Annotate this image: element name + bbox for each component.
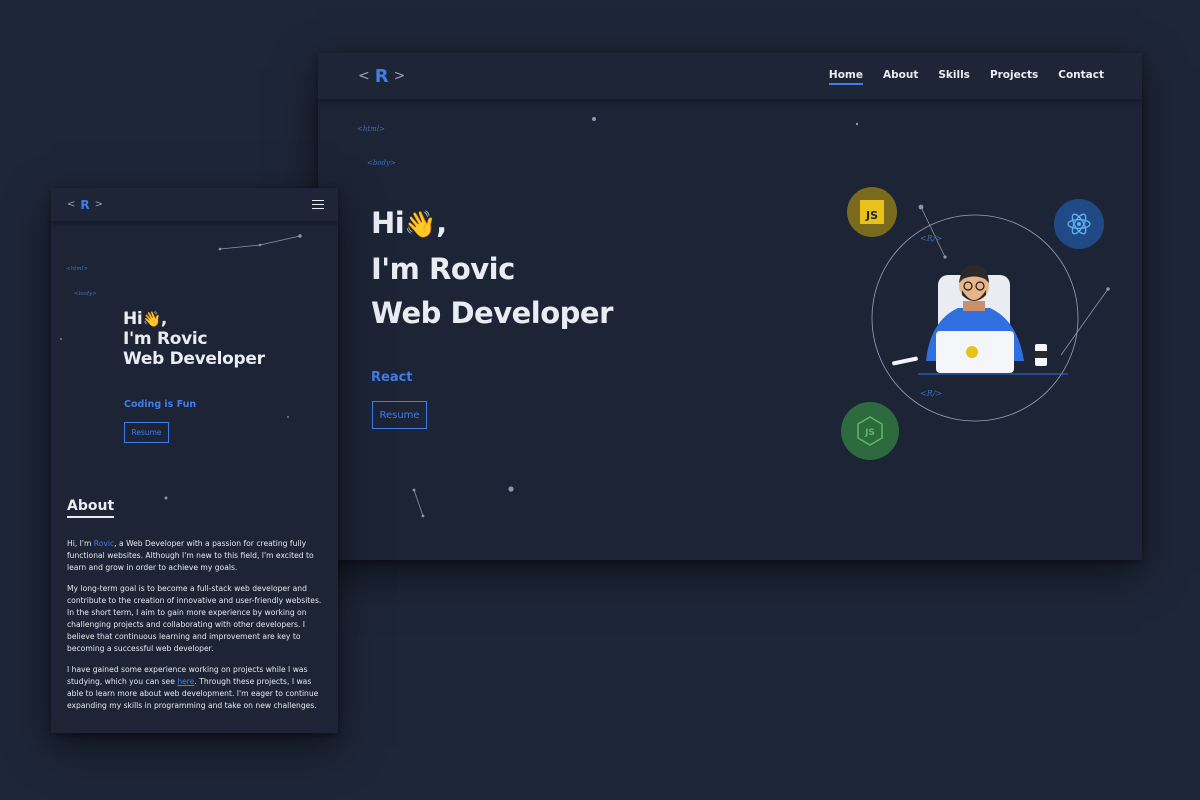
- logo[interactable]: < R >: [67, 198, 103, 212]
- svg-text:JS: JS: [864, 428, 875, 438]
- html-tag-decoration: <html>: [357, 125, 385, 133]
- hero-role: Web Developer: [123, 349, 265, 369]
- about-name-highlight: Rovic: [93, 539, 115, 548]
- desktop-mockup: < R > Home About Skills Projects Contact…: [318, 53, 1142, 560]
- logo-left-bracket: <: [358, 68, 370, 84]
- hero-heading: Hi👋, I'm Rovic Web Developer: [123, 309, 265, 369]
- logo-letter: R: [80, 197, 90, 212]
- about-heading: About: [67, 498, 115, 518]
- logo-letter: R: [374, 65, 389, 87]
- mobile-mockup: < R > <html> <body> Hi👋, I'm Rovic Web D…: [51, 188, 338, 733]
- hero-comma: ,: [160, 309, 168, 329]
- typed-text: Coding is Fun: [124, 399, 197, 410]
- nav-link-contact[interactable]: Contact: [1058, 69, 1104, 84]
- hero-greeting: Hi: [123, 309, 143, 329]
- mobile-navbar: < R >: [51, 188, 338, 221]
- hero-greeting: Hi: [371, 206, 405, 240]
- hero-role: Web Developer: [371, 296, 613, 330]
- hero-name: I'm Rovic: [123, 329, 208, 349]
- resume-button[interactable]: Resume: [372, 401, 427, 429]
- developer-figure-icon: [892, 265, 1068, 375]
- desktop-navbar: < R > Home About Skills Projects Contact: [318, 53, 1142, 99]
- resume-button[interactable]: Resume: [124, 422, 169, 443]
- about-paragraph-1: Hi, I'm Rovic, a Web Developer with a pa…: [67, 539, 314, 572]
- svg-text:JS: JS: [865, 209, 878, 222]
- html-tag-decoration: <html>: [66, 266, 88, 272]
- about-paragraph-3: I have gained some experience working on…: [67, 665, 319, 710]
- nav-link-projects[interactable]: Projects: [990, 69, 1038, 84]
- body-tag-decoration: <body>: [74, 291, 97, 297]
- desktop-nav-links: Home About Skills Projects Contact: [828, 69, 1104, 85]
- about-paragraph-2: My long-term goal is to become a full-st…: [67, 584, 322, 653]
- nav-link-home[interactable]: Home: [828, 69, 864, 85]
- nav-link-skills[interactable]: Skills: [938, 69, 970, 84]
- hero-comma: ,: [436, 206, 447, 240]
- waving-hand-icon: 👋: [142, 310, 161, 328]
- logo-right-bracket: >: [393, 68, 406, 84]
- body-tag-decoration: <body>: [367, 159, 396, 167]
- hero-name: I'm Rovic: [371, 252, 515, 286]
- projects-here-link[interactable]: here: [177, 677, 194, 686]
- js-badge-icon: JS: [847, 187, 897, 237]
- logo-right-bracket: >: [94, 199, 104, 210]
- hero-line-1: Hi👋,: [371, 201, 613, 247]
- logo-left-bracket: <: [67, 199, 76, 210]
- react-badge-icon: [1054, 199, 1104, 249]
- nav-link-about[interactable]: About: [883, 69, 918, 84]
- code-tag-bottom: <R/>: [920, 389, 942, 398]
- about-text: Hi, I'm Rovic, a Web Developer with a pa…: [67, 538, 325, 721]
- developer-illustration: <R/> <R/> JS JS: [841, 187, 1110, 460]
- hero-heading: Hi👋, I'm Rovic Web Developer: [371, 201, 613, 335]
- hero-line-1: Hi👋,: [123, 309, 265, 329]
- waving-hand-icon: 👋: [404, 210, 437, 240]
- code-tag-top: <R/>: [920, 234, 942, 243]
- nodejs-badge-icon: JS: [841, 402, 899, 460]
- hamburger-menu-icon[interactable]: [312, 199, 324, 210]
- logo[interactable]: < R >: [358, 66, 405, 87]
- typed-text: React: [371, 370, 413, 385]
